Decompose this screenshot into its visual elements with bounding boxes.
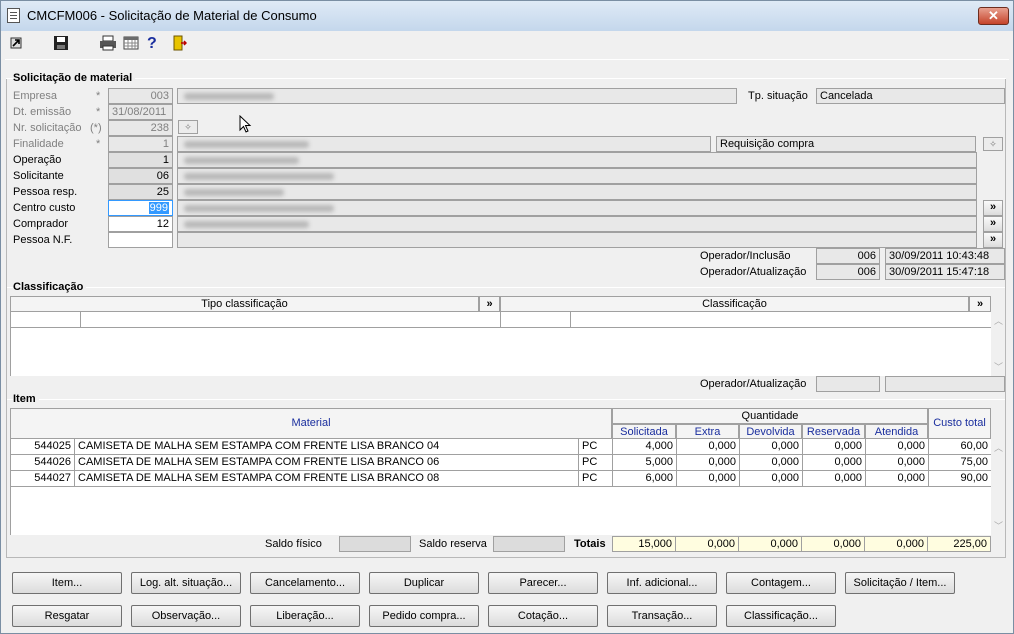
solicitacao-item-button[interactable]: Solicitação / Item... <box>845 572 955 594</box>
cotacao-button[interactable]: Cotação... <box>488 605 598 627</box>
liberacao-button[interactable]: Liberação... <box>250 605 360 627</box>
title-bar: CMCFM006 - Solicitação de Material de Co… <box>1 1 1013 31</box>
classificacao-button[interactable]: Classificação... <box>726 605 836 627</box>
exit-icon[interactable] <box>9 35 27 53</box>
contagem-button[interactable]: Contagem... <box>726 572 836 594</box>
item-button[interactable]: Item... <box>12 572 122 594</box>
door-exit-icon[interactable] <box>171 35 189 53</box>
close-button[interactable]: ✕ <box>978 7 1009 25</box>
cancelamento-button[interactable]: Cancelamento... <box>250 572 360 594</box>
main-group-frame <box>6 79 1006 558</box>
resgatar-button[interactable]: Resgatar <box>12 605 122 627</box>
print-icon[interactable] <box>99 35 117 53</box>
pedido-compra-button[interactable]: Pedido compra... <box>369 605 479 627</box>
transacao-button[interactable]: Transação... <box>607 605 717 627</box>
inf-adicional-button[interactable]: Inf. adicional... <box>607 572 717 594</box>
duplicar-button[interactable]: Duplicar <box>369 572 479 594</box>
window-title: CMCFM006 - Solicitação de Material de Co… <box>27 8 317 23</box>
calendar-grid-icon[interactable] <box>123 35 141 53</box>
save-icon[interactable] <box>53 35 71 53</box>
log-alt-situacao-button[interactable]: Log. alt. situação... <box>131 572 241 594</box>
parecer-button[interactable]: Parecer... <box>488 572 598 594</box>
main-window: CMCFM006 - Solicitação de Material de Co… <box>0 0 1014 634</box>
toolbar: ? <box>1 31 1013 57</box>
document-icon <box>7 8 20 23</box>
help-icon[interactable]: ? <box>147 35 165 53</box>
observacao-button[interactable]: Observação... <box>131 605 241 627</box>
toolbar-separator <box>5 59 1009 60</box>
